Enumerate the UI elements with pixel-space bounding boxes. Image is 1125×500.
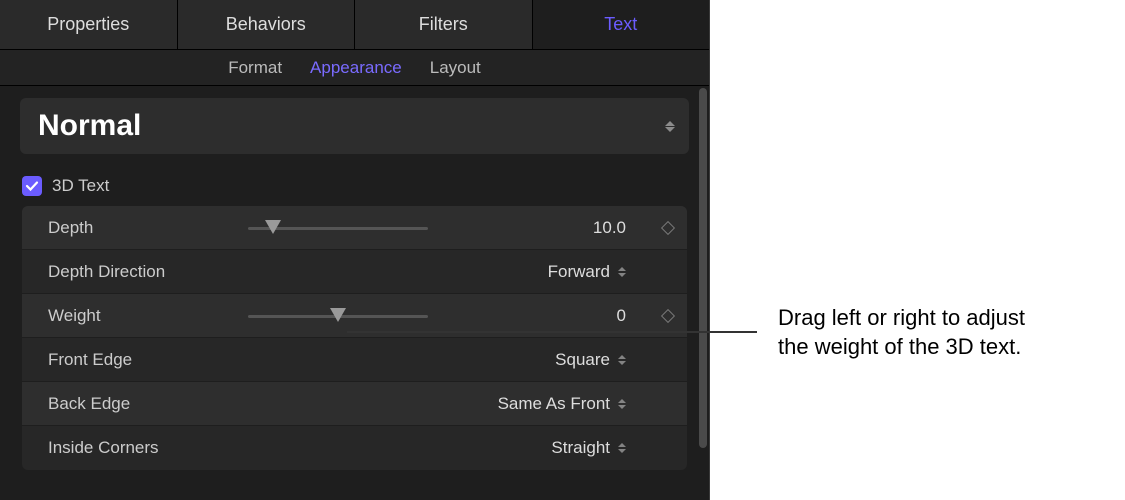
param-label-depth: Depth	[48, 218, 248, 238]
param-label-weight: Weight	[48, 306, 248, 326]
param-label-front-edge: Front Edge	[48, 350, 248, 370]
param-label-inside-corners: Inside Corners	[48, 438, 248, 458]
value-depth[interactable]: 10.0	[438, 218, 638, 238]
param-label-depth-direction: Depth Direction	[48, 262, 248, 282]
sub-tab-format[interactable]: Format	[228, 58, 282, 78]
select-depth-direction[interactable]: Forward	[438, 262, 638, 282]
value-weight[interactable]: 0	[438, 306, 638, 326]
tab-filters[interactable]: Filters	[355, 0, 533, 49]
tab-properties[interactable]: Properties	[0, 0, 178, 49]
section-3d-text-header: 3D Text	[0, 166, 709, 206]
sub-tab-appearance[interactable]: Appearance	[310, 58, 402, 78]
scrollbar[interactable]	[697, 88, 709, 500]
select-inside-corners[interactable]: Straight	[438, 438, 638, 458]
stepper-icon	[618, 443, 626, 453]
stepper-icon	[618, 267, 626, 277]
section-label: 3D Text	[52, 176, 109, 196]
scrollbar-thumb[interactable]	[699, 88, 707, 448]
checkbox-3d-text[interactable]	[22, 176, 42, 196]
param-row-front-edge: Front Edge Square	[22, 338, 687, 382]
param-label-back-edge: Back Edge	[48, 394, 248, 414]
slider-thumb-weight[interactable]	[330, 308, 346, 322]
keyframe-weight[interactable]	[661, 308, 675, 322]
param-row-depth-direction: Depth Direction Forward	[22, 250, 687, 294]
stepper-icon	[618, 399, 626, 409]
check-icon	[25, 179, 39, 193]
inspector-panel: Properties Behaviors Filters Text Format…	[0, 0, 710, 500]
keyframe-depth[interactable]	[661, 220, 675, 234]
style-preset-label: Normal	[38, 109, 141, 143]
param-row-inside-corners: Inside Corners Straight	[22, 426, 687, 470]
param-row-back-edge: Back Edge Same As Front	[22, 382, 687, 426]
select-back-edge[interactable]: Same As Front	[438, 394, 638, 414]
stepper-icon	[618, 355, 626, 365]
dropdown-stepper-icon	[665, 121, 675, 132]
slider-weight[interactable]	[248, 306, 428, 326]
slider-depth[interactable]	[248, 218, 428, 238]
style-preset-dropdown[interactable]: Normal	[20, 98, 689, 154]
callout-leader-line	[347, 331, 757, 333]
sub-tabs: Format Appearance Layout	[0, 50, 709, 86]
callout-text: Drag left or right to adjust the weight …	[778, 304, 1025, 361]
slider-thumb-depth[interactable]	[265, 220, 281, 234]
select-front-edge[interactable]: Square	[438, 350, 638, 370]
tab-text[interactable]: Text	[533, 0, 710, 49]
params-group: Depth 10.0 Depth Direction Forward	[22, 206, 687, 470]
sub-tab-layout[interactable]: Layout	[430, 58, 481, 78]
tab-behaviors[interactable]: Behaviors	[178, 0, 356, 49]
main-tabs: Properties Behaviors Filters Text	[0, 0, 709, 50]
param-row-depth: Depth 10.0	[22, 206, 687, 250]
